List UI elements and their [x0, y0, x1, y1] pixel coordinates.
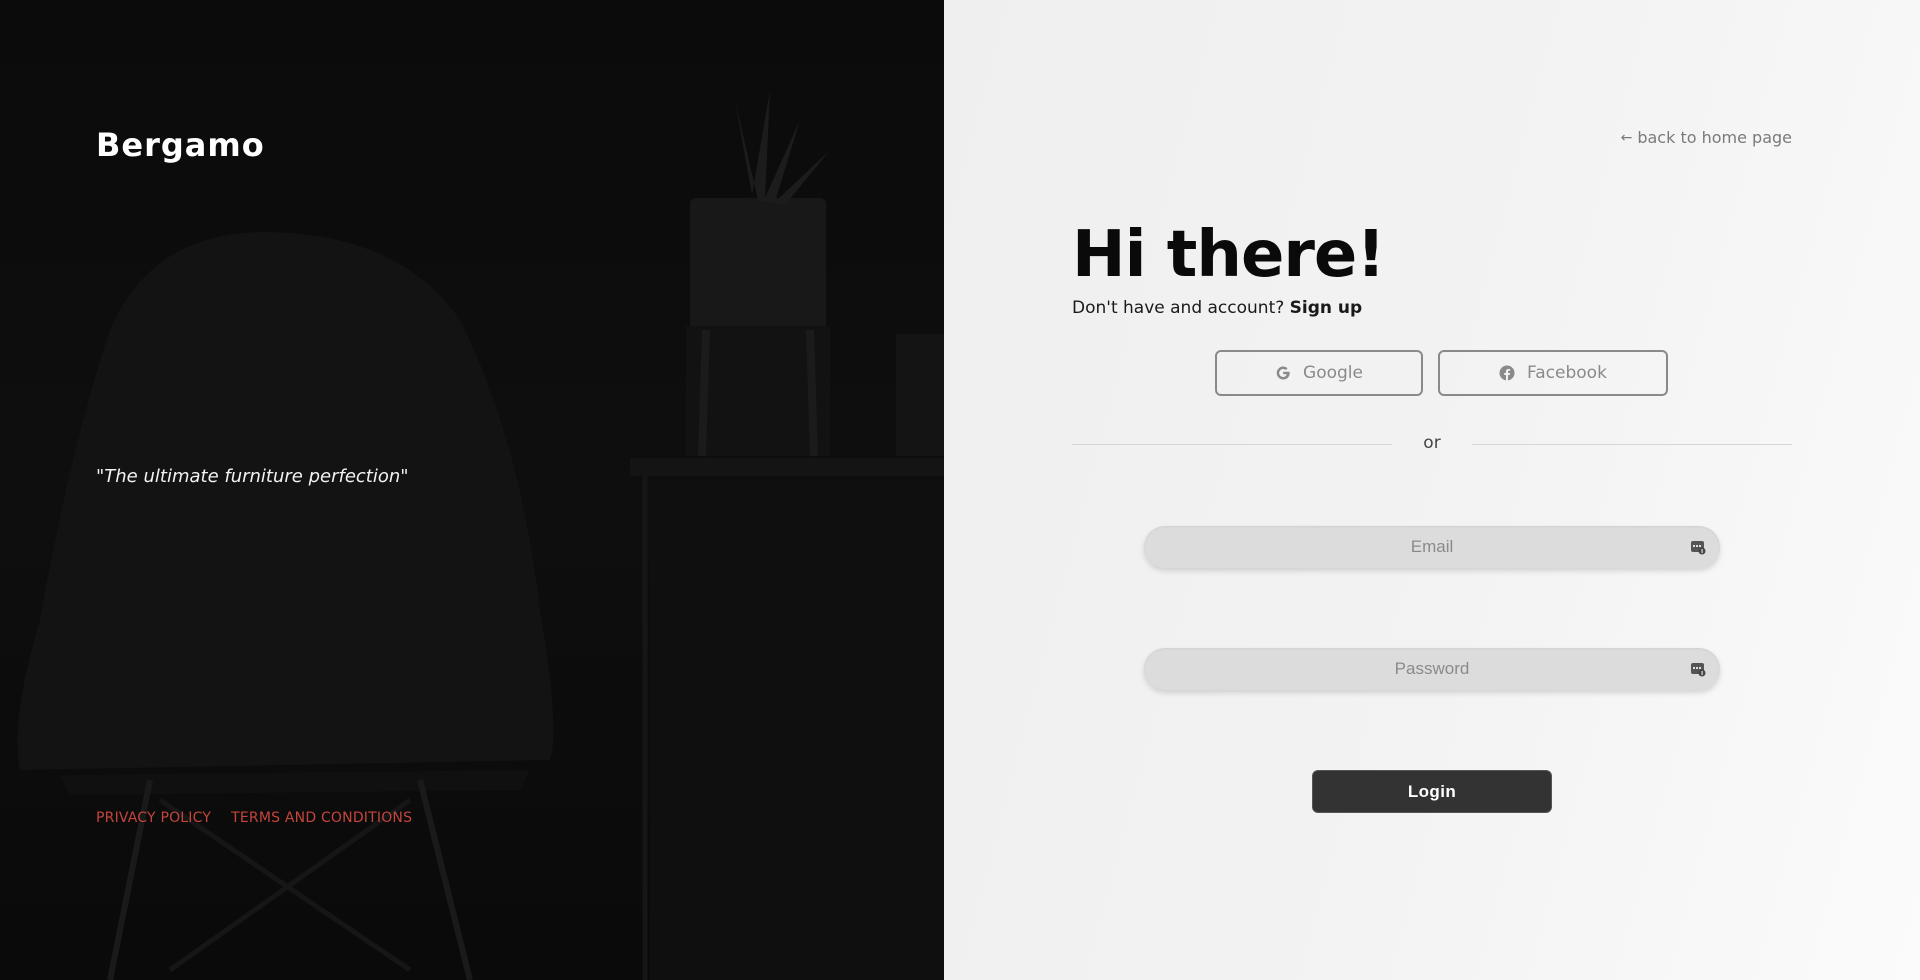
divider-line-right [1472, 444, 1792, 445]
password-manager-icon[interactable] [1690, 539, 1706, 555]
login-panel: ← back to home page Hi there! Don't have… [944, 0, 1920, 980]
facebook-login-label: Facebook [1527, 363, 1607, 383]
privacy-policy-link[interactable]: PRIVACY POLICY [96, 810, 211, 826]
footer-links: PRIVACY POLICY TERMS AND CONDITIONS [96, 810, 412, 826]
terms-conditions-link[interactable]: TERMS AND CONDITIONS [231, 810, 412, 826]
login-button[interactable]: Login [1312, 770, 1552, 813]
signup-prompt-text: Don't have and account? [1072, 298, 1285, 318]
signup-prompt: Don't have and account? Sign up [1072, 298, 1362, 318]
back-to-home-link[interactable]: ← back to home page [1621, 128, 1792, 147]
back-to-home-label: back to home page [1637, 128, 1792, 147]
email-field-wrapper [1144, 526, 1720, 568]
divider-or-text: or [1423, 433, 1441, 453]
password-manager-icon[interactable] [1690, 661, 1706, 677]
google-icon [1276, 366, 1290, 380]
google-login-button[interactable]: Google [1215, 350, 1423, 396]
signup-link[interactable]: Sign up [1290, 298, 1363, 318]
page-title: Hi there! [1072, 218, 1385, 292]
password-field-wrapper [1144, 648, 1720, 690]
google-login-label: Google [1303, 363, 1363, 383]
divider-line-left [1072, 444, 1392, 445]
facebook-login-button[interactable]: Facebook [1438, 350, 1668, 396]
facebook-icon [1499, 365, 1515, 381]
arrow-left-icon: ← [1620, 129, 1633, 146]
brand-logo: Bergamo [96, 126, 265, 164]
hero-tagline: "The ultimate furniture perfection" [96, 466, 409, 487]
login-page: Bergamo "The ultimate furniture perfecti… [0, 0, 1920, 980]
hero-panel: Bergamo "The ultimate furniture perfecti… [0, 0, 944, 980]
email-input[interactable] [1144, 526, 1720, 568]
password-input[interactable] [1144, 648, 1720, 690]
